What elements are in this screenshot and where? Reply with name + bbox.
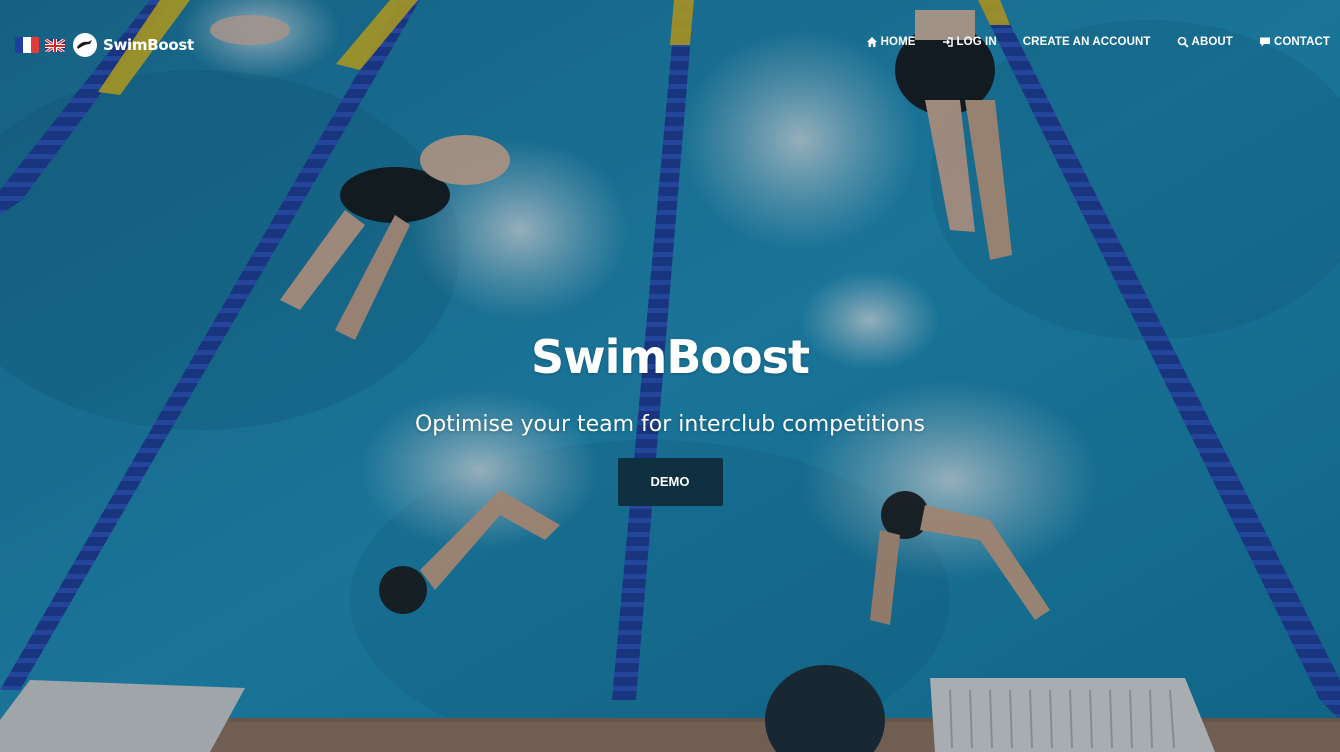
- france-flag-icon[interactable]: [15, 37, 39, 53]
- brand-name[interactable]: SwimBoost: [103, 36, 194, 54]
- demo-button[interactable]: DEMO: [617, 458, 723, 506]
- search-icon: [1177, 36, 1189, 48]
- nav-login-link[interactable]: LOG IN: [942, 36, 997, 48]
- home-icon: [866, 37, 877, 47]
- hero-title: SwimBoost: [531, 330, 810, 384]
- nav-login-label: LOG IN: [956, 36, 997, 48]
- top-navbar: SwimBoost HOME LOG IN CREATE AN ACCOUNT: [0, 0, 1340, 90]
- hero-section: SwimBoost HOME LOG IN CREATE AN ACCOUNT: [0, 0, 1340, 752]
- hero-content: SwimBoost Optimise your team for intercl…: [0, 330, 1340, 506]
- nav-contact-link[interactable]: CONTACT: [1259, 36, 1330, 48]
- brand: SwimBoost: [15, 33, 194, 57]
- swimmer-logo-icon[interactable]: [73, 33, 97, 57]
- nav-about-link[interactable]: ABOUT: [1177, 36, 1233, 48]
- hero-subtitle: Optimise your team for interclub competi…: [414, 412, 926, 437]
- nav-links: HOME LOG IN CREATE AN ACCOUNT ABOUT CONT…: [840, 36, 1330, 48]
- nav-contact-label: CONTACT: [1273, 36, 1330, 48]
- nav-create-account-label: CREATE AN ACCOUNT: [1022, 36, 1151, 48]
- login-icon: [942, 37, 953, 47]
- nav-create-account-link[interactable]: CREATE AN ACCOUNT: [1023, 36, 1151, 48]
- nav-home-link[interactable]: HOME: [866, 36, 916, 48]
- comment-icon: [1259, 37, 1270, 47]
- uk-flag-icon[interactable]: [45, 38, 65, 52]
- nav-about-label: ABOUT: [1191, 36, 1233, 48]
- nav-home-label: HOME: [880, 36, 916, 48]
